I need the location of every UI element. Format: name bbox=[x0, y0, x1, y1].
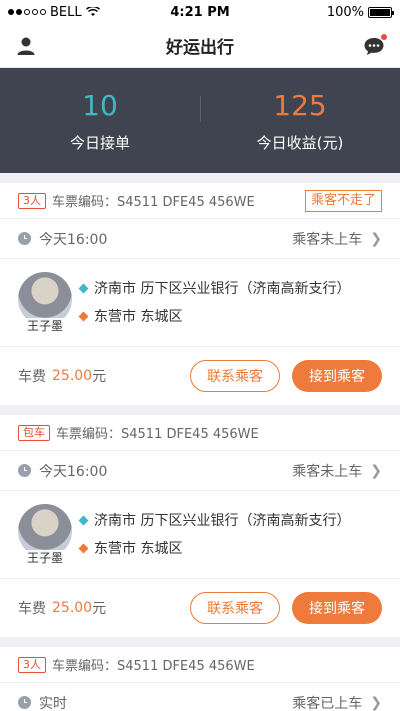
order-card: 3人 车票编码：S4511 DFE45 456WE 实时 乘客已上车 ❯ bbox=[0, 647, 400, 711]
route-row: 王子墨 济南市 历下区兴业银行（济南高新支行） 东营市 东城区 bbox=[0, 259, 400, 347]
time-row[interactable]: 今天16:00 乘客未上车 ❯ bbox=[0, 219, 400, 259]
departure-time: 今天16:00 bbox=[39, 231, 108, 248]
passenger-avatar: 王子墨 bbox=[18, 271, 72, 334]
profile-button[interactable] bbox=[12, 32, 40, 60]
orders-label: 今日接单 bbox=[69, 134, 130, 152]
ticket-code: 车票编码：S4511 DFE45 456WE bbox=[56, 427, 259, 442]
start-location: 济南市 历下区兴业银行（济南高新支行） bbox=[78, 507, 382, 535]
end-address: 东营市 东城区 bbox=[94, 540, 183, 557]
fee-amount: 25.00 bbox=[52, 600, 93, 616]
picked-up-button[interactable]: 接到乘客 bbox=[292, 360, 382, 392]
chevron-right-icon: ❯ bbox=[370, 694, 382, 711]
ticket-row: 3人 车票编码：S4511 DFE45 456WE 乘客不走了 bbox=[0, 183, 400, 219]
status-bar: BELL 4:21 PM 100% bbox=[0, 0, 400, 24]
carrier-info: BELL bbox=[8, 5, 100, 20]
route: 济南市 历下区兴业银行（济南高新支行） 东营市 东城区 bbox=[78, 507, 382, 563]
passenger-status: 乘客未上车 bbox=[292, 463, 363, 480]
fee-row: 车费 25.00 元 联系乘客 接到乘客 bbox=[0, 579, 400, 637]
battery-info: 100% bbox=[326, 4, 394, 20]
passenger-count-tag: 3人 bbox=[18, 192, 46, 209]
battery-percent: 100% bbox=[326, 4, 364, 20]
end-location: 东营市 东城区 bbox=[78, 303, 382, 331]
start-address: 济南市 历下区兴业银行（济南高新支行） bbox=[94, 280, 351, 297]
fee-unit: 元 bbox=[92, 601, 107, 617]
carrier-name: BELL bbox=[50, 4, 82, 20]
chevron-right-icon: ❯ bbox=[370, 462, 382, 479]
start-address: 济南市 历下区兴业银行（济南高新支行） bbox=[94, 512, 351, 529]
earnings-label: 今日收益(元) bbox=[256, 134, 344, 152]
passenger-name: 王子墨 bbox=[18, 317, 72, 334]
ticket-row: 包车 车票编码：S4511 DFE45 456WE bbox=[0, 415, 400, 451]
order-card: 3人 车票编码：S4511 DFE45 456WE 乘客不走了 今天16:00 … bbox=[0, 183, 400, 405]
nav-bar: 好运出行 bbox=[0, 24, 400, 68]
end-marker-icon bbox=[78, 543, 89, 554]
ticket-row: 3人 车票编码：S4511 DFE45 456WE bbox=[0, 647, 400, 683]
passenger-name: 王子墨 bbox=[18, 549, 72, 566]
unread-badge bbox=[381, 33, 387, 40]
passenger-avatar: 王子墨 bbox=[18, 503, 72, 566]
order-card: 包车 车票编码：S4511 DFE45 456WE 今天16:00 乘客未上车 … bbox=[0, 415, 400, 637]
contact-passenger-button[interactable]: 联系乘客 bbox=[190, 592, 280, 624]
ticket-code: 车票编码：S4511 DFE45 456WE bbox=[52, 195, 255, 210]
wifi-icon bbox=[85, 7, 100, 16]
battery-icon bbox=[368, 6, 394, 18]
orders-count: 10 bbox=[82, 89, 118, 122]
start-location: 济南市 历下区兴业银行（济南高新支行） bbox=[78, 275, 382, 303]
fee-row: 车费 25.00 元 联系乘客 接到乘客 bbox=[0, 347, 400, 405]
signal-strength-icon bbox=[8, 9, 46, 15]
clock: 4:21 PM bbox=[170, 4, 230, 20]
charter-tag: 包车 bbox=[18, 424, 50, 441]
earnings-amount: 125 bbox=[273, 89, 327, 122]
start-marker-icon bbox=[78, 283, 89, 294]
passenger-status: 乘客未上车 bbox=[292, 231, 363, 248]
fee-label: 车费 bbox=[18, 601, 46, 617]
time-row[interactable]: 今天16:00 乘客未上车 ❯ bbox=[0, 451, 400, 491]
start-marker-icon bbox=[78, 515, 89, 526]
route-row: 王子墨 济南市 历下区兴业银行（济南高新支行） 东营市 东城区 bbox=[0, 491, 400, 579]
page-title: 好运出行 bbox=[166, 38, 234, 58]
clock-icon bbox=[18, 232, 31, 245]
clock-icon bbox=[18, 696, 31, 709]
end-location: 东营市 东城区 bbox=[78, 535, 382, 563]
departure-time: 今天16:00 bbox=[39, 463, 108, 480]
clock-icon bbox=[18, 464, 31, 477]
earnings-summary: 125 今日收益(元) bbox=[200, 88, 400, 153]
fee-label: 车费 bbox=[18, 369, 46, 385]
fee-unit: 元 bbox=[92, 369, 107, 385]
messages-button[interactable] bbox=[360, 32, 388, 60]
orders-summary: 10 今日接单 bbox=[0, 88, 200, 153]
passenger-status: 乘客已上车 bbox=[292, 695, 363, 711]
fee-amount: 25.00 bbox=[52, 368, 93, 384]
end-address: 东营市 东城区 bbox=[94, 308, 183, 325]
cancel-status-tag: 乘客不走了 bbox=[304, 189, 382, 212]
chevron-right-icon: ❯ bbox=[370, 230, 382, 247]
contact-passenger-button[interactable]: 联系乘客 bbox=[190, 360, 280, 392]
picked-up-button[interactable]: 接到乘客 bbox=[292, 592, 382, 624]
departure-time: 实时 bbox=[39, 695, 67, 711]
time-row[interactable]: 实时 乘客已上车 ❯ bbox=[0, 683, 400, 711]
route: 济南市 历下区兴业银行（济南高新支行） 东营市 东城区 bbox=[78, 275, 382, 331]
end-marker-icon bbox=[78, 311, 89, 322]
passenger-count-tag: 3人 bbox=[18, 656, 46, 673]
today-summary: 10 今日接单 125 今日收益(元) bbox=[0, 68, 400, 173]
user-icon bbox=[17, 37, 35, 55]
ticket-code: 车票编码：S4511 DFE45 456WE bbox=[52, 659, 255, 674]
